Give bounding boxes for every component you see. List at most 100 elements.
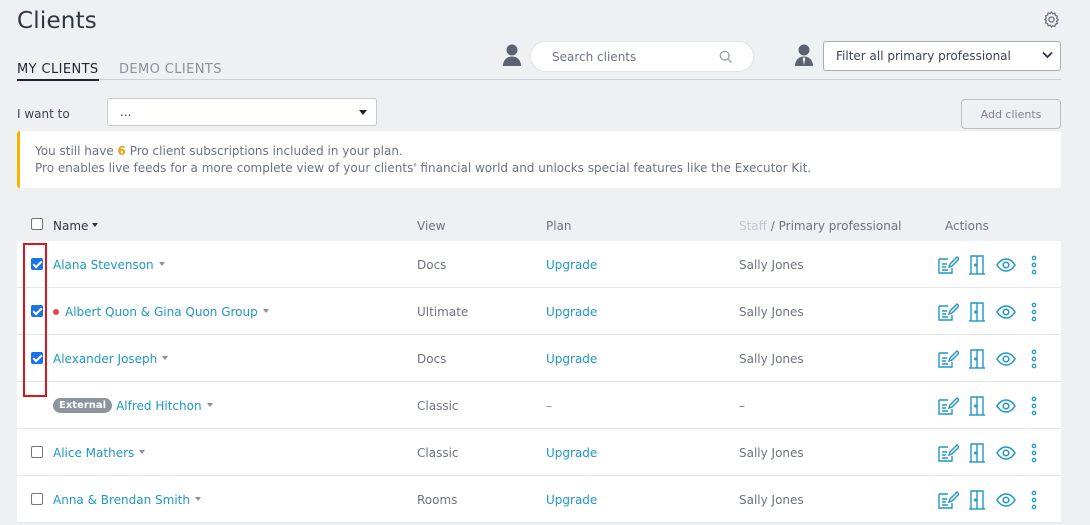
external-badge: External (53, 398, 113, 413)
table-row: Alana Stevenson Docs Upgrade Sally Jones (17, 241, 1061, 288)
upgrade-link[interactable]: Upgrade (546, 493, 597, 507)
client-name: Anna & Brendan Smith (53, 493, 190, 507)
banner-line-1: You still have 6 Pro client subscription… (35, 143, 1061, 160)
professional-person-icon (795, 44, 813, 66)
client-name-link[interactable]: Anna & Brendan Smith (53, 493, 201, 507)
table-row: Albert Quon & Gina Quon Group Ultimate U… (17, 288, 1061, 335)
edit-document-icon[interactable] (937, 490, 959, 510)
eye-icon[interactable] (996, 258, 1016, 272)
eye-icon[interactable] (996, 352, 1016, 366)
table-header: Name View Plan Staff / Primary professio… (17, 212, 1061, 240)
eye-icon[interactable] (996, 493, 1016, 507)
door-icon[interactable] (968, 490, 986, 510)
more-vertical-icon[interactable] (1031, 349, 1037, 369)
row-actions (935, 443, 1045, 463)
eye-icon[interactable] (996, 399, 1016, 413)
primary-professional: Sally Jones (739, 258, 804, 272)
page-title: Clients (17, 8, 97, 34)
search-icon[interactable] (719, 50, 733, 64)
client-name-link[interactable]: Alana Stevenson (53, 258, 165, 272)
caret-down-icon (162, 356, 169, 360)
row-checkbox[interactable] (31, 352, 43, 364)
edit-document-icon[interactable] (937, 396, 959, 416)
primary-professional: Sally Jones (739, 493, 804, 507)
client-name-link[interactable]: Albert Quon & Gina Quon Group (53, 305, 269, 319)
plan-value: – (546, 399, 552, 413)
edit-document-icon[interactable] (937, 349, 959, 369)
edit-document-icon[interactable] (937, 255, 959, 275)
select-all-checkbox[interactable] (31, 218, 43, 230)
more-vertical-icon[interactable] (1031, 396, 1037, 416)
settings-button[interactable] (1040, 8, 1062, 30)
client-name: Albert Quon & Gina Quon Group (65, 305, 258, 319)
actions-column-header: Actions (945, 219, 989, 233)
staff-column-header: Staff / Primary professional (739, 219, 902, 233)
more-vertical-icon[interactable] (1031, 443, 1037, 463)
plan-column-header: Plan (546, 219, 572, 233)
sort-caret-icon (92, 223, 99, 227)
client-view: Rooms (417, 493, 458, 507)
staff-header-muted: Staff (739, 219, 767, 233)
caret-down-icon (195, 497, 201, 501)
client-name-link[interactable]: Alexander Joseph (53, 352, 169, 366)
search-input[interactable] (552, 48, 712, 66)
subscription-count: 6 (117, 144, 126, 158)
banner-text: You still have (35, 144, 118, 158)
upgrade-link[interactable]: Upgrade (546, 352, 597, 366)
more-vertical-icon[interactable] (1031, 255, 1037, 275)
name-column-header[interactable]: Name (53, 219, 99, 233)
staff-header-label: / Primary professional (766, 219, 902, 233)
row-checkbox[interactable] (31, 493, 43, 505)
upgrade-link[interactable]: Upgrade (546, 305, 597, 319)
more-vertical-icon[interactable] (1031, 490, 1037, 510)
more-vertical-icon[interactable] (1031, 302, 1037, 322)
table-row: Alice Mathers Classic Upgrade Sally Jone… (17, 429, 1061, 476)
client-name: Alana Stevenson (53, 258, 154, 272)
primary-professional: Sally Jones (739, 446, 804, 460)
pro-subscription-banner: You still have 6 Pro client subscription… (17, 131, 1061, 188)
caret-down-icon (262, 309, 269, 313)
bulk-action-value: ... (120, 105, 132, 119)
eye-icon[interactable] (996, 305, 1016, 319)
row-actions (935, 349, 1045, 369)
row-actions (935, 255, 1045, 275)
client-name-link[interactable]: Alice Mathers (53, 446, 146, 460)
edit-document-icon[interactable] (937, 302, 959, 322)
add-clients-button[interactable]: Add clients (961, 99, 1061, 129)
primary-professional-filter[interactable]: Filter all primary professional (823, 41, 1061, 71)
tab-my-clients[interactable]: MY CLIENTS (17, 62, 99, 81)
tab-demo-clients[interactable]: DEMO CLIENTS (119, 62, 222, 80)
table-row: Alexander Joseph Docs Upgrade Sally Jone… (17, 335, 1061, 382)
caret-down-icon (158, 262, 165, 266)
door-icon[interactable] (968, 349, 986, 369)
row-checkbox[interactable] (31, 258, 43, 270)
caret-down-icon (359, 110, 367, 115)
primary-professional: – (739, 399, 745, 413)
client-view: Ultimate (417, 305, 469, 319)
client-view: Docs (417, 352, 447, 366)
banner-text: Pro client subscriptions included in you… (125, 144, 403, 158)
client-view: Docs (417, 258, 447, 272)
upgrade-link[interactable]: Upgrade (546, 446, 597, 460)
row-actions (935, 490, 1045, 510)
eye-icon[interactable] (996, 446, 1016, 460)
name-header-label: Name (53, 219, 89, 233)
row-checkbox[interactable] (31, 305, 43, 317)
table-row: Anna & Brendan Smith Rooms Upgrade Sally… (17, 476, 1061, 523)
row-checkbox[interactable] (31, 446, 43, 458)
upgrade-link[interactable]: Upgrade (546, 258, 597, 272)
door-icon[interactable] (968, 396, 986, 416)
edit-document-icon[interactable] (937, 443, 959, 463)
door-icon[interactable] (968, 443, 986, 463)
door-icon[interactable] (968, 302, 986, 322)
door-icon[interactable] (968, 255, 986, 275)
bulk-action-select[interactable]: ... (107, 98, 377, 126)
clients-table-body: Alana Stevenson Docs Upgrade Sally Jones… (17, 241, 1061, 523)
client-view: Classic (417, 399, 459, 413)
client-name-link[interactable]: External Alfred Hitchon (53, 398, 213, 413)
primary-professional: Sally Jones (739, 352, 804, 366)
table-row: External Alfred Hitchon Classic – – (17, 382, 1061, 429)
bulk-action-label: I want to (17, 107, 70, 121)
chevron-down-icon (1042, 51, 1053, 59)
row-actions (935, 302, 1045, 322)
